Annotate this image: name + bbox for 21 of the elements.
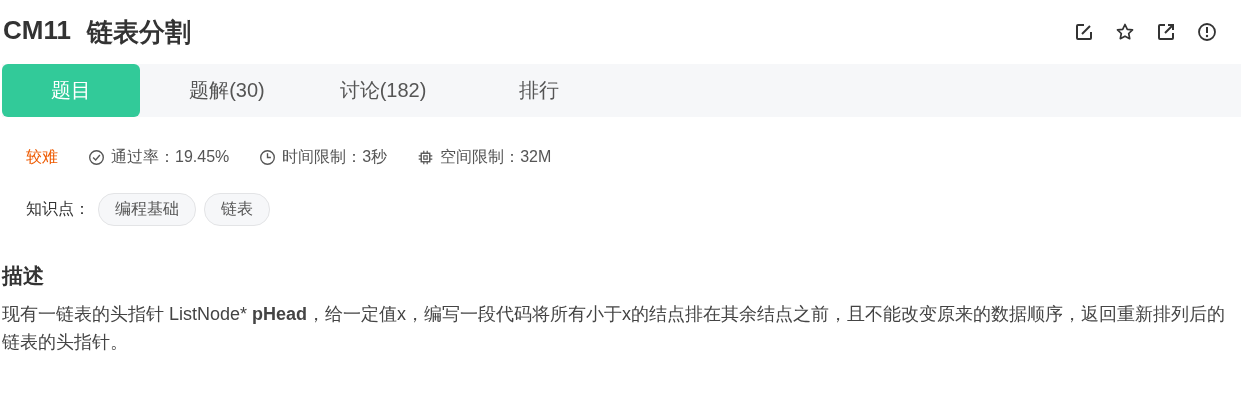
chip-icon: [417, 148, 435, 166]
stat-text: 时间限制：3秒: [282, 146, 388, 167]
section-heading: 描述: [2, 263, 45, 289]
problem-code: CM11: [3, 14, 71, 47]
tag-chip[interactable]: 链表: [204, 193, 270, 226]
tab[interactable]: 排行: [470, 64, 608, 117]
stat-text: 通过率：19.45%: [111, 146, 230, 167]
edit-icon[interactable]: [1074, 22, 1094, 42]
star-icon[interactable]: [1115, 22, 1135, 42]
description-text: 现有一链表的头指针 ListNode* pHead，给一定值x，编写一段代码将所有小于x的结点排在其余结点之前，且不能改变原来的数据顺序，返回重新排列后的链表的头指针。: [2, 303, 1227, 354]
clock-icon: [259, 148, 277, 166]
problem-title: 链表分割: [86, 15, 191, 49]
share-icon[interactable]: [1156, 22, 1176, 42]
tab[interactable]: 题解(30): [158, 64, 296, 117]
difficulty-label: 较难: [26, 146, 58, 167]
stat-text: 空间限制：32M: [440, 146, 552, 167]
check-circle-icon: [88, 148, 105, 166]
warning-icon[interactable]: [1197, 22, 1217, 42]
tab[interactable]: 讨论(182): [314, 64, 452, 117]
knowledge-label: 知识点：: [26, 199, 90, 219]
tag-chip[interactable]: 编程基础: [98, 193, 196, 226]
